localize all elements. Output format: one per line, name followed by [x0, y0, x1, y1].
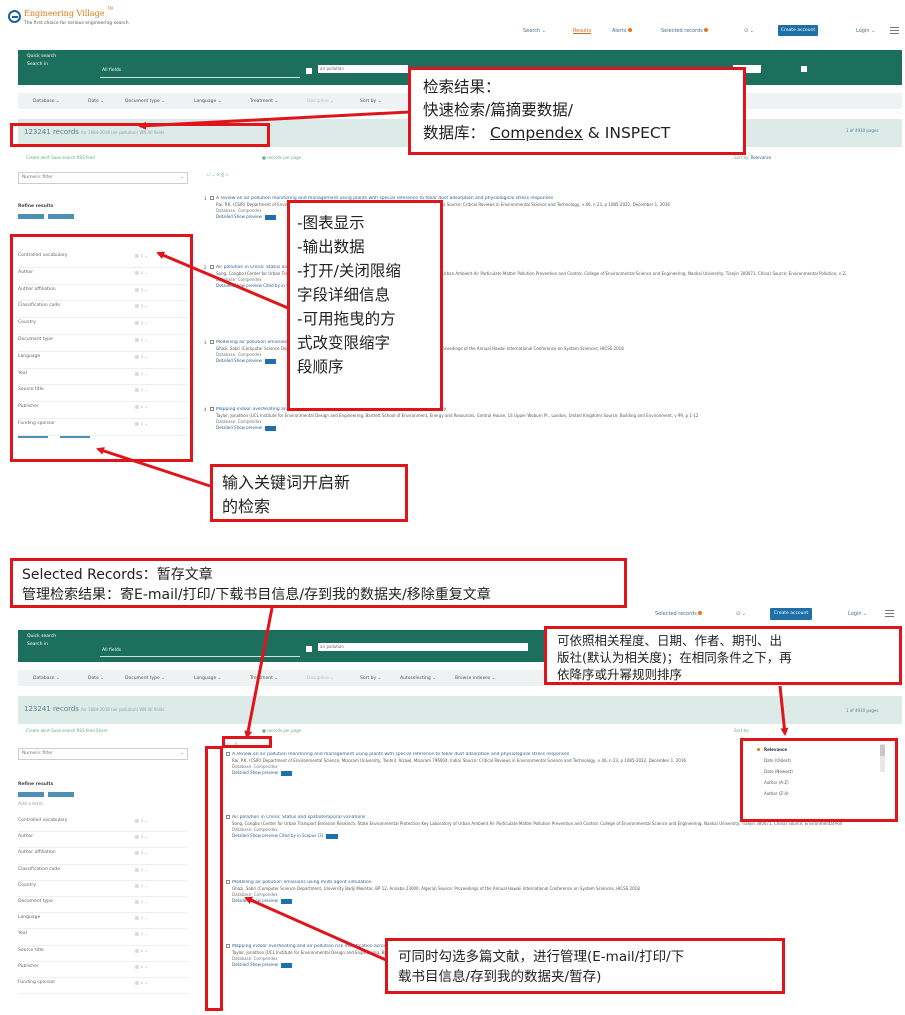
arrow-to-facet-icons — [156, 251, 289, 310]
arrow-to-selected-toolbar — [244, 607, 274, 739]
arrow-to-sidebar-bottom — [96, 447, 211, 488]
arrow-to-records-count — [138, 110, 410, 130]
arrow-to-checkbox — [244, 896, 387, 962]
annotation-arrows — [96, 110, 789, 962]
arrow-to-sort-options — [778, 685, 789, 736]
